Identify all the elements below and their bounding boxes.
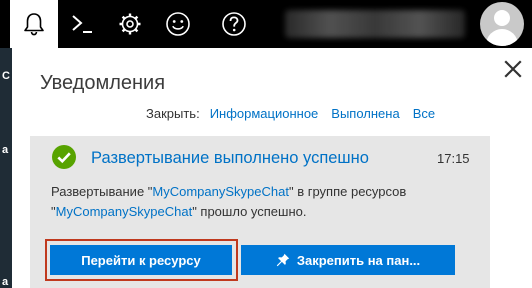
notification-message: Развертывание "MyCompanySkypeChat" в гру… (51, 182, 406, 222)
settings-button[interactable] (106, 0, 154, 48)
user-avatar-icon[interactable] (480, 2, 524, 46)
feedback-button[interactable] (154, 0, 202, 48)
notification-time: 17:15 (437, 151, 470, 166)
top-bar (0, 0, 532, 48)
dismiss-completed-link[interactable]: Выполнена (331, 106, 399, 121)
resource-group-link[interactable]: MyCompanySkypeChat (56, 204, 193, 219)
message-text: " в группе ресурсов (288, 184, 407, 199)
dismiss-label: Закрыть: (146, 106, 200, 121)
cloud-shell-button[interactable] (58, 0, 106, 48)
message-text: Развертывание " (51, 184, 153, 199)
close-icon[interactable] (502, 58, 524, 80)
avatar-head (494, 10, 510, 26)
pin-button-label: Закрепить на пан... (296, 252, 421, 268)
background-page-letter: a (2, 276, 9, 288)
go-to-resource-button[interactable]: Перейти к ресурсу (50, 245, 232, 275)
background-page-edge: C a a (0, 48, 12, 288)
terminal-icon (72, 15, 92, 33)
help-icon (222, 12, 246, 36)
background-page-letter: a (2, 144, 9, 156)
dismiss-row: Закрыть: Информационное Выполнена Все (146, 106, 448, 121)
notifications-button[interactable] (10, 0, 58, 48)
bell-icon (24, 13, 44, 36)
account-info-blurred[interactable] (285, 10, 465, 38)
panel-title: Уведомления (40, 72, 166, 94)
dismiss-all-link[interactable]: Все (413, 106, 435, 121)
notifications-panel: Уведомления Закрыть: Информационное Выполн… (12, 48, 532, 288)
check-circle-icon (52, 145, 76, 169)
pin-to-dashboard-button[interactable]: Закрепить на пан... (241, 245, 455, 275)
notification-card[interactable]: Развертывание выполнено успешно 17:15 Ра… (30, 136, 490, 288)
notification-title[interactable]: Развертывание выполнено успешно (91, 149, 369, 168)
dismiss-informational-link[interactable]: Информационное (210, 106, 319, 121)
help-button[interactable] (210, 0, 258, 48)
gear-icon (119, 13, 141, 35)
avatar-shoulders (486, 29, 518, 46)
smiley-icon (166, 12, 190, 36)
resource-link[interactable]: MyCompanySkypeChat (152, 184, 289, 199)
pin-icon (276, 253, 290, 267)
background-page-letter: C (2, 70, 10, 82)
message-text: " прошло успешно. (192, 204, 307, 219)
